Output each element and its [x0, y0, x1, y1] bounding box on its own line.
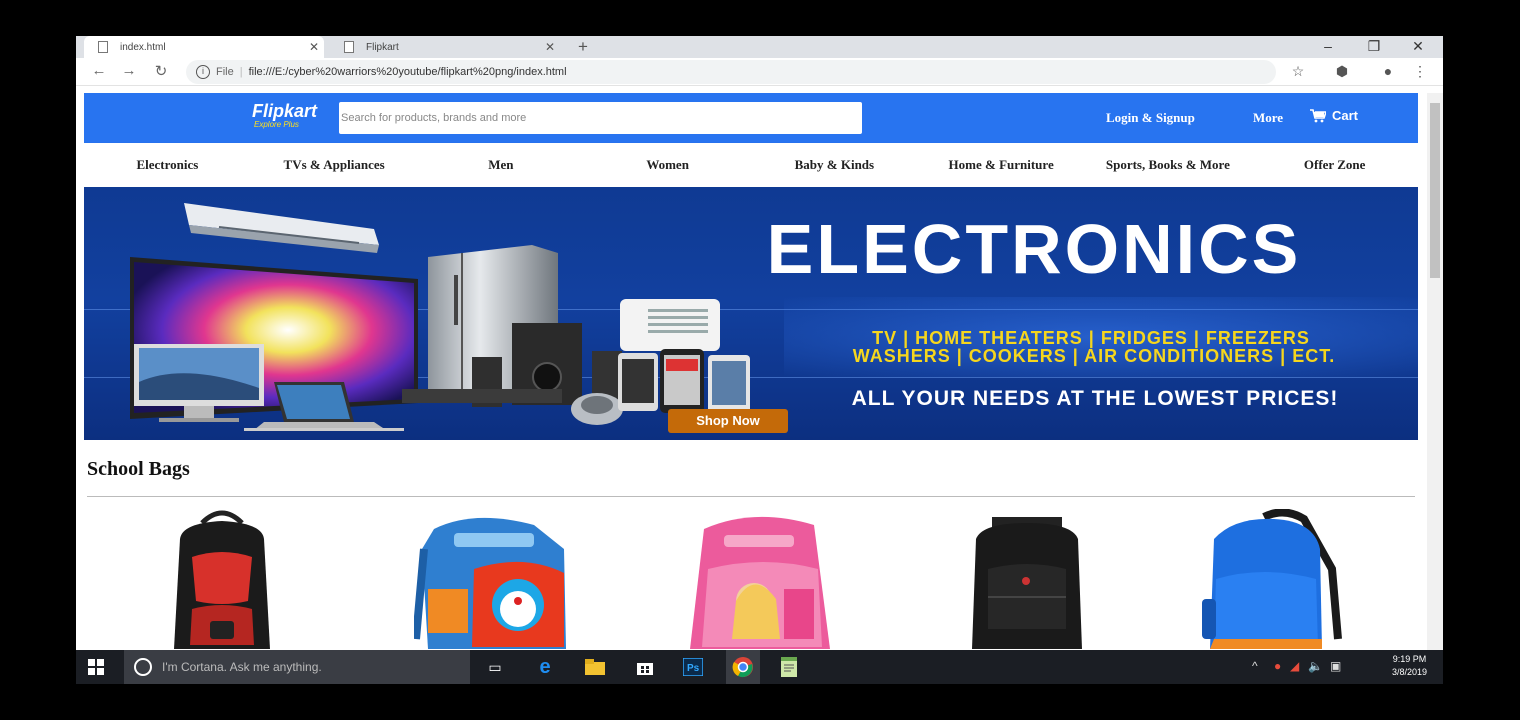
close-icon[interactable]: ✕: [540, 40, 560, 54]
logo-tagline: Explore Plus: [254, 120, 299, 129]
toolbar: ← → ↻ i File | file:///E:/cyber%20warrio…: [76, 58, 1443, 86]
product-row: [84, 509, 1418, 650]
windows-start-icon[interactable]: [88, 659, 104, 675]
url-text: file:///E:/cyber%20warriors%20youtube/fl…: [248, 66, 567, 78]
category-nav: Electronics TVs & Appliances Men Women B…: [84, 143, 1418, 187]
tray-chevron-icon[interactable]: ^: [1252, 659, 1258, 673]
back-icon[interactable]: ←: [88, 62, 110, 79]
nav-item-men[interactable]: Men: [418, 143, 585, 187]
banner-subtitle-1: TV | HOME THEATERS | FRIDGES | FREEZERS: [872, 328, 1310, 348]
star-icon[interactable]: ☆: [1288, 63, 1308, 80]
new-tab-icon[interactable]: +: [578, 37, 588, 57]
file-explorer-icon[interactable]: [582, 655, 608, 679]
section-divider: [87, 496, 1415, 497]
antivirus-icon[interactable]: ●: [1274, 659, 1281, 673]
banner-subtitle-2: WASHERS | COOKERS | AIR CONDITIONERS | E…: [852, 346, 1336, 366]
cart-label: Cart: [1332, 108, 1359, 123]
edge-icon[interactable]: e: [532, 655, 558, 679]
cart-button[interactable]: Cart: [1310, 108, 1358, 123]
electronics-banner[interactable]: ELECTRONICS TV | HOME THEATERS | FRIDGES…: [84, 187, 1418, 440]
clock-time: 9:19 PM: [1392, 654, 1427, 664]
site-header: Flipkart Explore Plus Login & Signup Mor…: [84, 93, 1418, 143]
task-view-icon[interactable]: ▭: [482, 655, 508, 679]
notepad-icon[interactable]: [776, 655, 802, 679]
url-scheme-label: File: [216, 66, 234, 78]
nav-item-offer-zone[interactable]: Offer Zone: [1251, 143, 1418, 187]
product-card[interactable]: [1194, 509, 1344, 650]
tab-flipkart[interactable]: Flipkart ✕: [330, 36, 560, 58]
flipkart-logo[interactable]: Flipkart Explore Plus: [252, 102, 317, 129]
window-close-icon[interactable]: ✕: [1396, 36, 1440, 56]
cart-icon: [1310, 108, 1326, 122]
clock-date: 3/8/2019: [1391, 667, 1427, 677]
page-icon: [98, 41, 108, 53]
profile-icon[interactable]: ●: [1378, 63, 1398, 79]
notification-icon[interactable]: ▣: [1330, 659, 1341, 673]
tab-title: index.html: [120, 41, 166, 53]
product-card[interactable]: [962, 509, 1092, 650]
cortana-icon: [134, 658, 152, 676]
system-clock[interactable]: 9:19 PM 3/8/2019: [1392, 653, 1427, 679]
search-input[interactable]: [339, 102, 862, 134]
section-title: School Bags: [87, 458, 190, 480]
nav-item-women[interactable]: Women: [584, 143, 751, 187]
logo-text: Flipkart: [252, 101, 318, 121]
network-icon[interactable]: ◢: [1290, 659, 1299, 673]
volume-icon[interactable]: 🔈: [1308, 659, 1323, 673]
more-link[interactable]: More: [1253, 110, 1283, 126]
page-viewport: Flipkart Explore Plus Login & Signup Mor…: [84, 93, 1418, 650]
reload-icon[interactable]: ↻: [150, 62, 172, 80]
product-card[interactable]: [684, 509, 834, 650]
restore-icon[interactable]: ❐: [1352, 36, 1396, 56]
nav-item-baby-kids[interactable]: Baby & Kinds: [751, 143, 918, 187]
phones-image: [618, 349, 750, 413]
nav-item-electronics[interactable]: Electronics: [84, 143, 251, 187]
scrollbar-thumb[interactable]: [1430, 103, 1440, 278]
air-conditioner-image: [184, 203, 379, 253]
tab-strip: index.html ✕ Flipkart ✕ + – ❐ ✕: [76, 36, 1443, 58]
address-bar[interactable]: i File | file:///E:/cyber%20warriors%20y…: [186, 60, 1276, 84]
cortana-placeholder: I'm Cortana. Ask me anything.: [162, 660, 322, 674]
extension-icon[interactable]: ⬢: [1332, 63, 1352, 80]
login-signup-link[interactable]: Login & Signup: [1106, 110, 1195, 126]
chrome-icon[interactable]: [726, 650, 760, 684]
menu-icon[interactable]: ⋮: [1410, 63, 1430, 80]
product-card[interactable]: [162, 509, 282, 650]
cooler-image: [620, 299, 720, 351]
forward-icon[interactable]: →: [118, 62, 140, 79]
product-card[interactable]: [414, 509, 574, 650]
tab-title: Flipkart: [366, 41, 399, 53]
nav-item-home-furniture[interactable]: Home & Furniture: [918, 143, 1085, 187]
page-icon: [344, 41, 354, 53]
computer-image: [134, 344, 404, 431]
nav-item-tvs-appliances[interactable]: TVs & Appliances: [251, 143, 418, 187]
banner-title: ELECTRONICS: [766, 210, 1302, 288]
url-separator: |: [239, 66, 243, 78]
page-scrollbar[interactable]: [1427, 93, 1443, 650]
screen: index.html ✕ Flipkart ✕ + – ❐ ✕ ← → ↻ i …: [76, 36, 1443, 684]
photoshop-icon[interactable]: Ps: [680, 655, 706, 679]
tab-index-html[interactable]: index.html ✕: [84, 36, 324, 58]
cortana-search-box[interactable]: I'm Cortana. Ask me anything.: [124, 650, 470, 684]
taskbar: I'm Cortana. Ask me anything. ▭ e Ps ^ ●…: [76, 650, 1443, 684]
close-icon[interactable]: ✕: [304, 40, 324, 54]
info-icon[interactable]: i: [196, 65, 210, 79]
banner-tagline: ALL YOUR NEEDS AT THE LOWEST PRICES!: [851, 387, 1339, 410]
shop-now-button[interactable]: Shop Now: [668, 409, 788, 433]
nav-item-sports-books[interactable]: Sports, Books & More: [1085, 143, 1252, 187]
minimize-icon[interactable]: –: [1306, 36, 1350, 56]
svg-text:Ps: Ps: [687, 663, 700, 674]
store-icon[interactable]: [632, 655, 658, 679]
